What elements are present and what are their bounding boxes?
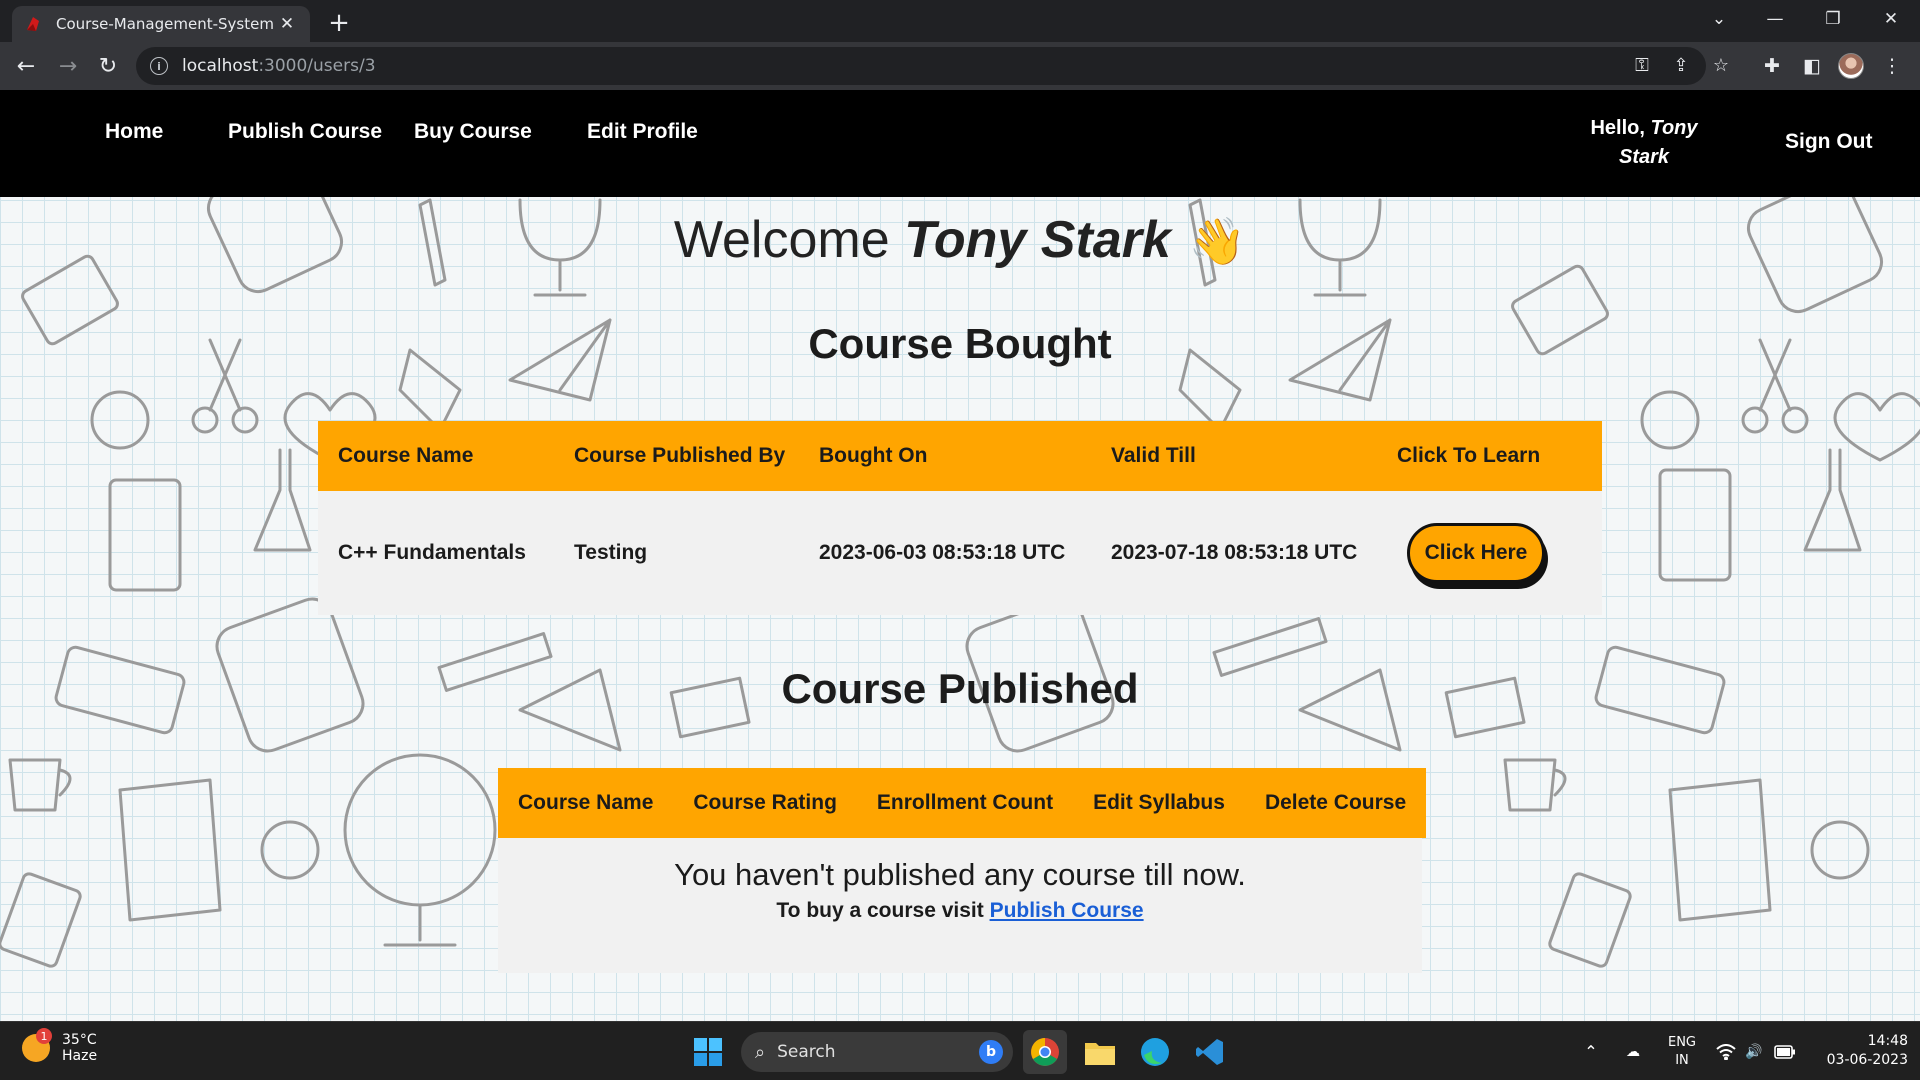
clock-time: 14:48 — [1867, 1033, 1908, 1049]
tab-title: Course-Management-System — [56, 15, 274, 33]
sign-out-link[interactable]: Sign Out — [1785, 130, 1873, 154]
vscode-icon[interactable] — [1188, 1030, 1232, 1074]
course-published-heading: Course Published — [781, 665, 1139, 712]
user-greeting: Hello, Tony Stark — [1588, 114, 1700, 172]
nav-home-link[interactable]: Home — [105, 120, 163, 144]
browser-tabstrip: Course-Management-System ✕ + ⌄ — ❐ ✕ — [0, 0, 1920, 42]
column-header: Delete Course — [1244, 768, 1427, 838]
file-explorer-icon[interactable] — [1078, 1030, 1122, 1074]
course-bought-heading: Course Bought — [808, 320, 1112, 367]
clock-date: 03-06-2023 — [1826, 1052, 1908, 1068]
bing-icon[interactable]: b — [979, 1040, 1003, 1064]
site-navbar: Home Publish Course Buy Course Edit Prof… — [0, 90, 1920, 197]
haze-sun-icon: 1 — [22, 1028, 52, 1062]
published-by-cell: Testing — [554, 491, 799, 615]
close-window-button[interactable]: ✕ — [1862, 0, 1920, 38]
table-header-row: Course Name Course Rating Enrollment Cou… — [498, 768, 1427, 838]
weather-widget[interactable]: 1 35°C Haze — [22, 1028, 98, 1064]
edge-logo-icon — [1141, 1038, 1169, 1066]
welcome-user-name: Tony Stark — [904, 211, 1171, 269]
search-icon: ⌕ — [755, 1041, 766, 1063]
show-hidden-icons-chevron[interactable]: ⌃ — [1576, 1022, 1606, 1080]
address-bar[interactable]: i localhost:3000/users/3 — [136, 47, 1706, 85]
lang-region: IN — [1675, 1052, 1689, 1068]
notification-badge: 1 — [36, 1028, 52, 1044]
url-path: :3000/users/3 — [258, 56, 376, 76]
bookmark-star-icon[interactable]: ☆ — [1706, 50, 1736, 80]
side-panel-icon[interactable]: ◧ — [1796, 50, 1828, 82]
browser-tab[interactable]: Course-Management-System ✕ — [12, 6, 310, 42]
chrome-logo-icon — [1031, 1038, 1059, 1066]
welcome-prefix: Welcome — [673, 211, 905, 269]
browser-toolbar: ← → ↻ i localhost:3000/users/3 ⚿ ⇪ ☆ ✚ ◧… — [0, 42, 1920, 90]
nav-publish-course-link[interactable]: Publish Course — [228, 120, 382, 144]
volume-icon[interactable]: 🔊 — [1740, 1022, 1768, 1080]
course-published-table: Course Name Course Rating Enrollment Cou… — [498, 768, 1427, 838]
wifi-icon[interactable] — [1712, 1022, 1740, 1080]
windows-taskbar: 1 35°C Haze ⌕ Search b ⌃ ☁ ENG IN 🔊 14:4… — [0, 1021, 1920, 1080]
empty-state-hint: To buy a course visit Publish Course — [498, 899, 1422, 923]
system-clock[interactable]: 14:48 03-06-2023 — [1808, 1032, 1908, 1070]
edge-browser-icon[interactable] — [1133, 1030, 1177, 1074]
weather-description: Haze — [62, 1048, 98, 1064]
column-header: Course Name — [498, 768, 674, 838]
bought-on-cell: 2023-06-03 08:53:18 UTC — [799, 491, 1091, 615]
url-host: localhost — [182, 56, 259, 76]
weather-temperature: 35°C — [62, 1032, 97, 1048]
click-to-learn-cell: Click Here — [1377, 491, 1602, 615]
language-indicator[interactable]: ENG IN — [1660, 1022, 1704, 1080]
course-name-cell: C++ Fundamentals — [318, 491, 554, 615]
column-header: Valid Till — [1091, 421, 1377, 491]
new-tab-button[interactable]: + — [324, 8, 354, 38]
column-header: Edit Syllabus — [1073, 768, 1245, 838]
column-header: Bought On — [799, 421, 1091, 491]
taskbar-search-box[interactable]: ⌕ Search b — [741, 1032, 1013, 1072]
reload-icon[interactable]: ↻ — [92, 50, 124, 82]
column-header: Course Name — [318, 421, 554, 491]
column-header: Enrollment Count — [856, 768, 1074, 838]
waving-hand-icon: 👋 — [1188, 215, 1247, 267]
tab-search-icon[interactable]: ⌄ — [1690, 0, 1748, 38]
site-info-icon[interactable]: i — [150, 57, 168, 75]
click-here-button[interactable]: Click Here — [1407, 523, 1545, 583]
folder-icon — [1085, 1043, 1115, 1065]
empty-state-message: You haven't published any course till no… — [674, 857, 1246, 892]
ruby-favicon-icon — [27, 17, 39, 31]
hint-prefix: To buy a course visit — [776, 899, 990, 922]
tab-close-icon[interactable]: ✕ — [276, 13, 298, 35]
extensions-puzzle-icon[interactable]: ✚ — [1756, 50, 1788, 82]
battery-icon[interactable] — [1770, 1022, 1800, 1080]
profile-avatar[interactable] — [1838, 53, 1864, 79]
publish-course-link[interactable]: Publish Course — [990, 899, 1144, 922]
lang-code: ENG — [1667, 1034, 1696, 1050]
chrome-taskbar-icon[interactable] — [1023, 1030, 1067, 1074]
windows-start-icon[interactable] — [686, 1030, 730, 1074]
course-bought-table: Course Name Course Published By Bought O… — [318, 421, 1602, 615]
nav-edit-profile-link[interactable]: Edit Profile — [587, 120, 698, 144]
column-header: Course Published By — [554, 421, 799, 491]
forward-arrow-icon[interactable]: → — [52, 50, 84, 82]
minimize-button[interactable]: — — [1746, 0, 1804, 38]
windows-logo-icon — [694, 1038, 722, 1066]
nav-buy-course-link[interactable]: Buy Course — [414, 120, 532, 144]
empty-state-box: You haven't published any course till no… — [498, 838, 1422, 973]
onedrive-icon[interactable]: ☁ — [1618, 1022, 1648, 1080]
column-header: Click To Learn — [1377, 421, 1602, 491]
menu-kebab-icon[interactable]: ⋮ — [1876, 50, 1908, 82]
table-header-row: Course Name Course Published By Bought O… — [318, 421, 1602, 491]
web-page: Home Publish Course Buy Course Edit Prof… — [0, 90, 1920, 1021]
table-row: C++ Fundamentals Testing 2023-06-03 08:5… — [318, 491, 1602, 615]
vscode-logo-icon — [1196, 1039, 1223, 1065]
back-arrow-icon[interactable]: ← — [10, 50, 42, 82]
wifi-symbol-icon — [1716, 1043, 1736, 1060]
valid-till-cell: 2023-07-18 08:53:18 UTC — [1091, 491, 1377, 615]
search-placeholder: Search — [777, 1042, 836, 1062]
battery-symbol-icon — [1774, 1044, 1795, 1059]
share-icon[interactable]: ⇪ — [1666, 50, 1696, 80]
column-header: Course Rating — [673, 768, 857, 838]
restore-button[interactable]: ❐ — [1804, 0, 1862, 38]
greeting-prefix: Hello, — [1590, 117, 1651, 139]
key-icon[interactable]: ⚿ — [1627, 50, 1657, 80]
welcome-heading: Welcome Tony Stark 👋 — [0, 210, 1920, 270]
